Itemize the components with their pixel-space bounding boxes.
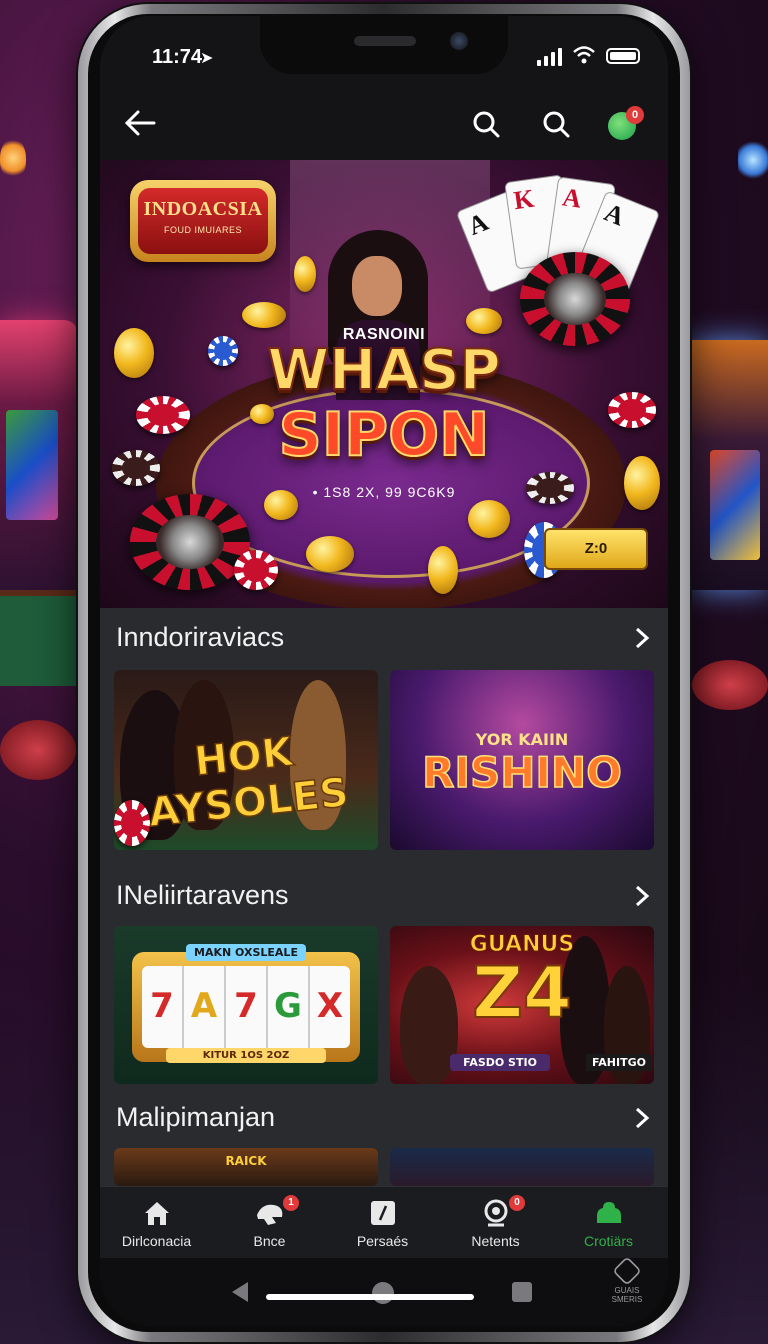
hero-button-label: Z:0 [584, 540, 608, 557]
nav-label: Crotiärs [583, 1233, 633, 1249]
tile-title: RAICK [225, 1154, 267, 1168]
wifi-icon [573, 46, 595, 64]
section-header-3[interactable]: Malipimanjan [100, 1088, 668, 1146]
tile-title: RISHINO [421, 747, 622, 798]
reel-symbol: 7 [226, 966, 268, 1048]
brand-badge: INDOACSIA FOUD IMUIARES [130, 180, 276, 262]
gold-coin [242, 302, 286, 328]
tile-big-number: Z4 [471, 951, 572, 1035]
notification-badge: 0 [626, 106, 644, 124]
section-title: INeliirtaravens [116, 880, 289, 910]
bottom-navigation: Dirlconacia 1 Bnce Persaés 0 Netents Cro… [100, 1186, 668, 1259]
watermark-logo-icon [612, 1256, 642, 1286]
front-camera [450, 32, 468, 50]
nav-label: Persaés [356, 1233, 409, 1249]
section-header-1[interactable]: Inndoriraviacs [100, 608, 668, 666]
content-panel: Inndoriraviacs HOK AYSOLES YOR KAIIN RIS… [100, 608, 668, 1186]
brand-badge-title: INDOACSIA [143, 198, 263, 220]
status-time: 11:74 [152, 46, 203, 68]
system-navigation [100, 1258, 668, 1326]
gold-coin [468, 500, 510, 538]
watermark-text: GUAIS SMERIS [611, 1286, 643, 1304]
bar-stool-right [692, 660, 768, 710]
system-back-icon[interactable] [232, 1282, 248, 1302]
game-tile[interactable]: YOR KAIIN RISHINO [390, 670, 654, 850]
brand-badge-subtitle: FOUD IMUIARES [163, 225, 242, 235]
game-tile[interactable]: RAICK [114, 1148, 378, 1186]
bar-stool-left [0, 720, 76, 780]
slot-machine-frame: 7 A 7 G X [132, 952, 360, 1062]
notification-icon[interactable]: 0 [606, 104, 646, 144]
search-icon[interactable] [470, 108, 502, 140]
chevron-right-icon [635, 1107, 650, 1129]
edit-icon [371, 1201, 395, 1225]
app-bar: 0 [100, 86, 668, 160]
gold-coin [306, 536, 354, 572]
section-title: Inndoriraviacs [116, 622, 285, 652]
nav-item-home[interactable]: Dirlconacia [100, 1187, 213, 1259]
game-tile[interactable]: 7 A 7 G X MAKN OXSLEALE KITUR 1OS 2OZ [114, 926, 378, 1084]
slot-banner: MAKN OXSLEALE [186, 944, 306, 961]
home-icon [145, 1202, 169, 1225]
gold-coin [294, 256, 316, 292]
game-tile[interactable] [390, 1148, 654, 1186]
hanging-lamp [0, 138, 26, 178]
watermark: GUAIS SMERIS [602, 1256, 652, 1304]
tile-label: FASDO STIO [450, 1054, 550, 1071]
blue-lamp [738, 140, 768, 180]
nav-item-creators[interactable]: Crotiärs [552, 1187, 665, 1259]
reel-symbol: X [316, 986, 344, 1026]
casino-table-left [0, 590, 80, 686]
phone-frame: 11:74 ➤ 0 INDOACSIA FOUD IMUIARES A K A … [78, 4, 690, 1342]
hand-icon [257, 1204, 283, 1225]
nav-label: Netents [471, 1233, 520, 1249]
tile-label: FAHITGO [586, 1054, 652, 1071]
system-recents-icon[interactable] [512, 1282, 532, 1302]
reel-symbol: A [184, 966, 226, 1048]
hero-play-button[interactable]: Z:0 [544, 528, 648, 570]
section-title: Malipimanjan [116, 1102, 276, 1132]
slot-machine-left [0, 320, 78, 600]
webcam-icon [484, 1199, 508, 1227]
battery-icon [606, 48, 640, 64]
system-home-icon[interactable] [372, 1282, 394, 1304]
notch [260, 16, 508, 74]
location-arrow-icon: ➤ [200, 50, 214, 67]
casino-chip [234, 550, 278, 590]
reel-symbol: 7 [142, 966, 184, 1048]
chevron-right-icon [635, 885, 650, 907]
game-tile[interactable]: HOK AYSOLES [114, 670, 378, 850]
stack-icon [597, 1202, 621, 1223]
nav-item-bonus[interactable]: 1 Bnce [213, 1187, 326, 1259]
nav-item-personal[interactable]: Persaés [326, 1187, 439, 1259]
nav-badge: 0 [509, 1195, 525, 1211]
gold-coin [428, 546, 458, 594]
reel-symbol: G [268, 966, 310, 1048]
roulette-wheel [130, 494, 250, 590]
signal-icon [537, 48, 562, 66]
chevron-right-icon [635, 627, 650, 649]
nav-label: Dirlconacia [121, 1233, 192, 1249]
game-tile[interactable]: GUANUS Z4 FASDO STIO FAHITGO [390, 926, 654, 1084]
hero-banner[interactable]: INDOACSIA FOUD IMUIARES A K A A RASNOINI… [100, 160, 668, 608]
slot-footer: KITUR 1OS 2OZ [166, 1048, 326, 1063]
phone-screen: 11:74 ➤ 0 INDOACSIA FOUD IMUIARES A K A … [100, 16, 668, 1326]
hero-title-line1: WHASP [266, 337, 501, 404]
back-arrow-icon[interactable] [122, 108, 158, 138]
home-indicator[interactable] [266, 1294, 474, 1300]
search-icon-secondary[interactable] [540, 108, 572, 140]
nav-badge: 1 [283, 1195, 299, 1211]
hero-title-line2: SIPON [278, 399, 491, 471]
hero-subtitle: • 1S8 2X, 99 9C6K9 [312, 484, 456, 500]
section-header-2[interactable]: INeliirtaravens [100, 866, 668, 924]
slot-machine-right [690, 340, 768, 590]
tile-subtitle: YOR KAIIN [475, 730, 569, 749]
nav-label: Bnce [253, 1233, 286, 1249]
slot-reels: 7 A 7 G X [142, 966, 350, 1048]
nav-item-events[interactable]: 0 Netents [439, 1187, 552, 1259]
